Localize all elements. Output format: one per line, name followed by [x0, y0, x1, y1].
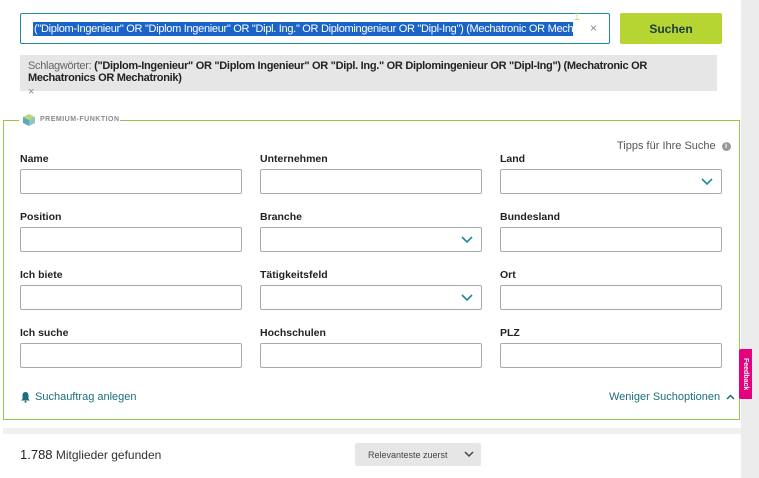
- taetigkeitsfeld-select[interactable]: [260, 285, 482, 310]
- ich-suche-label: Ich suche: [20, 327, 69, 339]
- branche-select[interactable]: [260, 227, 482, 252]
- ich-biete-label: Ich biete: [20, 269, 63, 281]
- keyword-value: ("Diplom-Ingenieur" OR "Diplom Ingenieur…: [28, 60, 648, 84]
- chevron-down-icon: [461, 294, 473, 302]
- fewer-options-label: Weniger Suchoptionen: [609, 391, 721, 403]
- land-label: Land: [500, 153, 526, 165]
- sort-selected-label: Relevanteste zuerst: [368, 449, 448, 460]
- name-input[interactable]: [20, 169, 242, 194]
- premium-border-left: [3, 120, 19, 121]
- feedback-tab[interactable]: Feedback: [739, 349, 752, 399]
- ich-suche-input[interactable]: [20, 343, 242, 368]
- info-icon[interactable]: i: [721, 141, 731, 151]
- search-query-text[interactable]: ("Diplom-Ingenieur" OR "Diplom Ingenieur…: [33, 22, 573, 36]
- ort-input[interactable]: [500, 285, 722, 310]
- unternehmen-label: Unternehmen: [260, 153, 328, 165]
- hochschulen-input[interactable]: [260, 343, 482, 368]
- search-button[interactable]: Suchen: [620, 13, 722, 44]
- search-alert-label: Suchauftrag anlegen: [35, 391, 137, 403]
- unternehmen-input[interactable]: [260, 169, 482, 194]
- chevron-down-icon: [461, 236, 473, 244]
- taetigkeitsfeld-label: Tätigkeitsfeld: [260, 269, 328, 281]
- right-gutter: [741, 0, 759, 478]
- ich-biete-input[interactable]: [20, 285, 242, 310]
- keyword-filter-chip: Schlagwörter: ("Diplom-Ingenieur" OR "Di…: [20, 55, 717, 98]
- position-label: Position: [20, 211, 62, 223]
- search-tips-label: Tipps für Ihre Suche: [617, 140, 716, 152]
- search-input[interactable]: ("Diplom-Ingenieur" OR "Diplom Ingenieur…: [20, 13, 610, 44]
- clear-search-icon[interactable]: ×: [590, 21, 597, 35]
- text-cursor-icon: ⌶: [574, 12, 580, 23]
- results-number: 1.788: [20, 447, 53, 462]
- bundesland-label: Bundesland: [500, 211, 561, 223]
- land-select[interactable]: [500, 169, 722, 194]
- plz-input[interactable]: [500, 343, 722, 368]
- chevron-down-icon: [701, 178, 713, 186]
- premium-cube-icon: [23, 114, 35, 126]
- premium-label: PREMIUM-FUNKTION: [40, 116, 120, 123]
- ort-label: Ort: [500, 269, 516, 281]
- chevron-up-icon: [726, 394, 735, 400]
- premium-search-panel: [3, 120, 740, 420]
- bell-icon: [21, 392, 30, 403]
- search-tips-link[interactable]: Tipps für Ihre Suche i: [617, 140, 731, 152]
- results-label: Mitglieder gefunden: [55, 448, 162, 462]
- results-count: 1.788 Mitglieder gefunden: [20, 447, 161, 462]
- remove-keyword-icon[interactable]: ×: [28, 86, 709, 98]
- plz-label: PLZ: [500, 327, 520, 339]
- position-input[interactable]: [20, 227, 242, 252]
- chevron-down-icon: [464, 451, 474, 458]
- sort-select[interactable]: Relevanteste zuerst: [355, 443, 481, 466]
- bundesland-input[interactable]: [500, 227, 722, 252]
- keyword-label: Schlagwörter:: [28, 60, 92, 72]
- hochschulen-label: Hochschulen: [260, 327, 326, 339]
- premium-border-right: [120, 120, 740, 121]
- branche-label: Branche: [260, 211, 303, 223]
- fewer-options-link[interactable]: Weniger Suchoptionen: [609, 391, 735, 403]
- name-label: Name: [20, 153, 49, 165]
- search-alert-link[interactable]: Suchauftrag anlegen: [20, 391, 137, 403]
